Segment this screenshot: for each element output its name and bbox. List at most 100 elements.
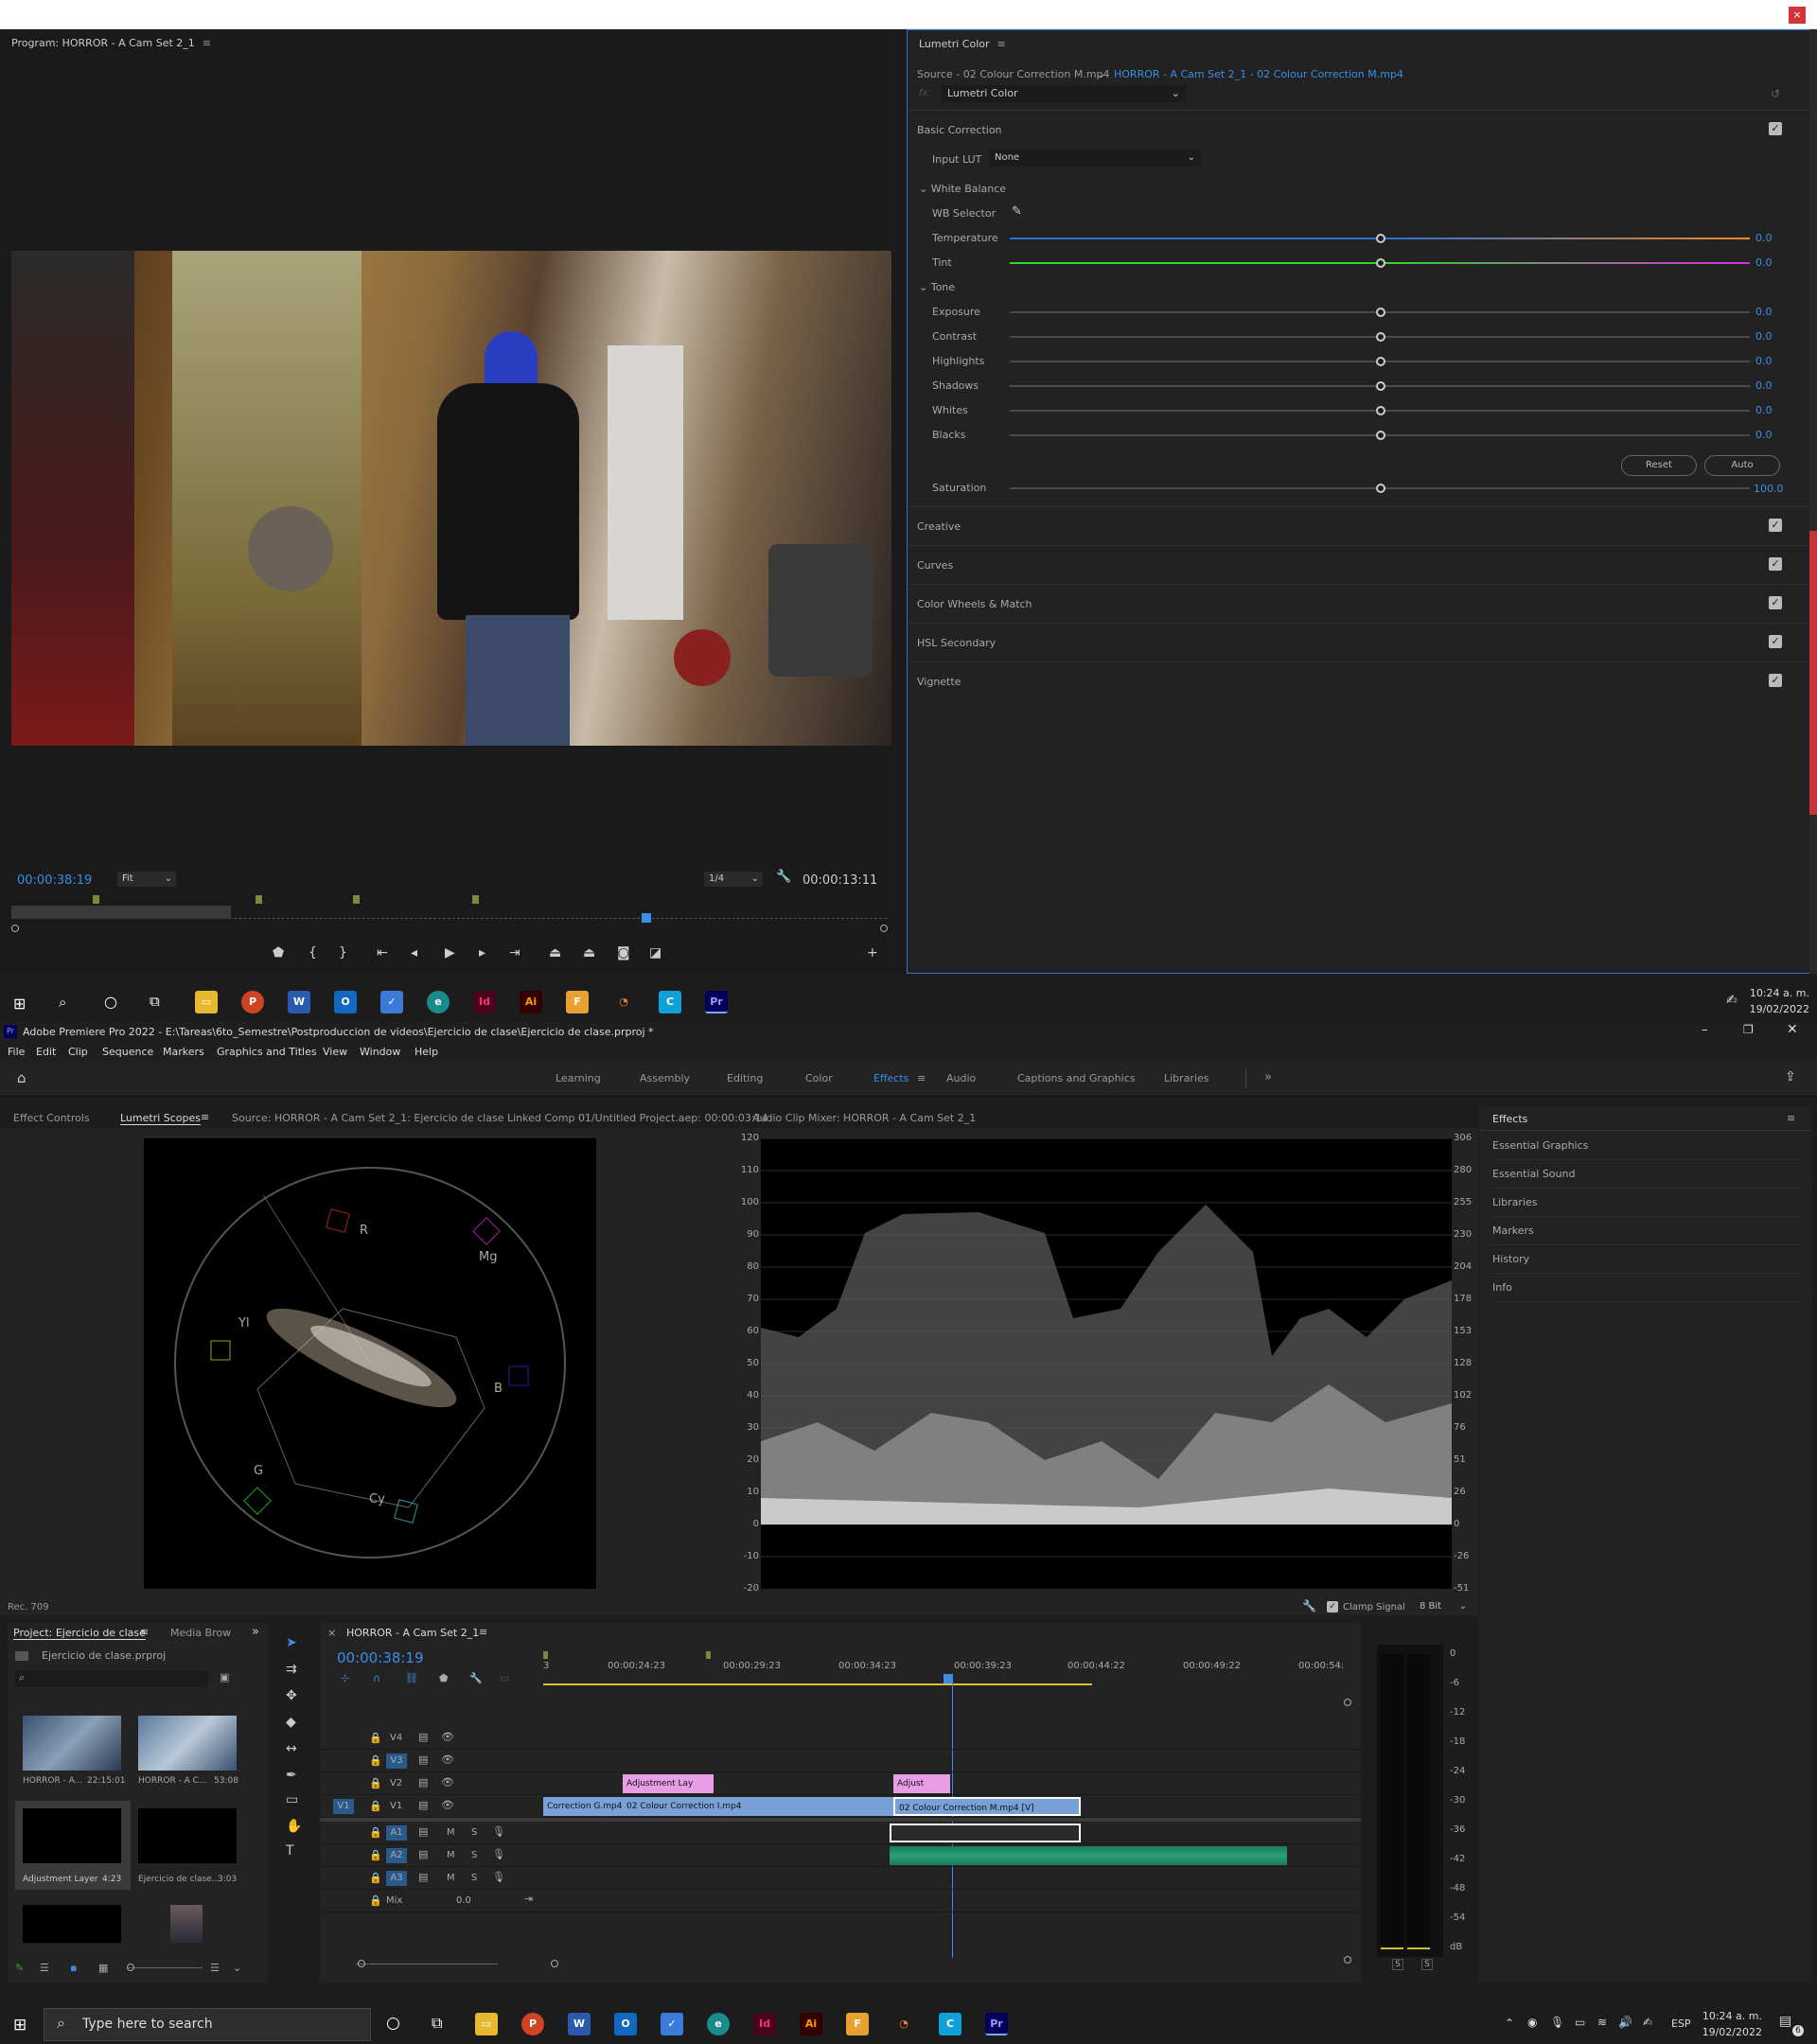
hsl-checkbox[interactable]: ✓ — [1769, 635, 1782, 648]
marker[interactable] — [543, 1651, 548, 1659]
lock-icon[interactable]: 🔒 — [369, 1800, 382, 1812]
shadows-value[interactable]: 0.0 — [1755, 379, 1773, 392]
reset-effect-icon[interactable]: ↺ — [1771, 87, 1780, 100]
source-clip-label[interactable]: Source - 02 Colour Correction M.mp4 — [917, 68, 1110, 80]
clip-thumbnail[interactable] — [23, 1716, 121, 1771]
effects-item[interactable]: Essential Graphics — [1492, 1139, 1805, 1160]
track-label[interactable]: V1 — [390, 1801, 402, 1811]
color-wheels-section[interactable]: Color Wheels & Match ✓ — [908, 584, 1809, 622]
vignette-section[interactable]: Vignette ✓ — [908, 661, 1809, 699]
wrench-icon[interactable]: 🔧 — [776, 870, 791, 884]
word-icon[interactable]: W — [288, 991, 310, 1013]
ws-audio[interactable]: Audio — [946, 1072, 976, 1084]
eye-icon[interactable]: 👁 — [441, 1731, 454, 1743]
task-view-icon[interactable]: ⧉ — [432, 2014, 442, 2033]
tab-audio-mixer[interactable]: Audio Clip Mixer: HORROR - A Cam Set 2_1 — [752, 1112, 976, 1124]
edge-icon[interactable]: e — [427, 991, 450, 1013]
marker[interactable] — [353, 895, 360, 904]
powerpoint-icon[interactable]: P — [241, 991, 264, 1013]
playhead[interactable] — [642, 913, 651, 923]
effects-item[interactable]: Libraries — [1492, 1196, 1805, 1217]
saturation-slider[interactable] — [1010, 484, 1750, 493]
share-icon[interactable]: ⇪ — [1785, 1069, 1796, 1084]
track-label[interactable]: A1 — [386, 1825, 407, 1841]
lock-icon[interactable]: 🔒 — [369, 1872, 382, 1884]
slider-knob[interactable] — [1376, 258, 1385, 268]
captions-icon[interactable]: ▭ — [500, 1672, 509, 1684]
indesign-icon[interactable]: Id — [473, 991, 496, 1013]
compare-icon[interactable]: ◪ — [649, 945, 662, 960]
minimize-icon[interactable]: – — [1702, 1023, 1708, 1037]
go-to-out-icon[interactable]: ⇥ — [509, 945, 520, 960]
premiere-icon[interactable]: Pr — [985, 2013, 1008, 2035]
temperature-value[interactable]: 0.0 — [1755, 232, 1773, 244]
restore-icon[interactable]: ❐ — [1743, 1023, 1754, 1036]
add-marker-icon[interactable]: ⬟ — [439, 1672, 449, 1684]
app-c-icon[interactable]: C — [939, 2013, 961, 2035]
premiere-icon[interactable]: Pr — [705, 991, 728, 1013]
panel-menu-icon[interactable]: ≡ — [1787, 1112, 1795, 1124]
slider-knob[interactable] — [1376, 308, 1385, 317]
input-lut-dropdown[interactable]: None ⌄ — [989, 150, 1201, 167]
track-label[interactable]: A2 — [386, 1848, 407, 1863]
clip-thumbnail[interactable] — [138, 1808, 237, 1863]
blender-icon[interactable]: ◔ — [612, 991, 635, 1013]
illustrator-icon[interactable]: Ai — [520, 991, 542, 1013]
ws-color[interactable]: Color — [805, 1072, 833, 1084]
curves-checkbox[interactable]: ✓ — [1769, 557, 1782, 571]
effects-item[interactable]: History — [1492, 1253, 1805, 1274]
lock-icon[interactable]: 🔒 — [369, 1777, 382, 1789]
battery-icon[interactable]: ▭ — [1575, 2016, 1585, 2029]
basic-correction-header[interactable]: Basic Correction — [917, 124, 1002, 136]
wifi-icon[interactable]: ≋ — [1597, 2016, 1607, 2029]
marker[interactable] — [93, 895, 99, 904]
slider-knob[interactable] — [1376, 381, 1385, 391]
pencil-icon[interactable]: ✎ — [15, 1962, 24, 1974]
highlights-slider[interactable] — [1010, 357, 1750, 366]
outlook-icon[interactable]: O — [614, 2013, 637, 2035]
zoom-knob[interactable] — [127, 1964, 134, 1971]
windows-start-icon[interactable]: ⊞ — [13, 995, 26, 1013]
tone-header[interactable]: ⌄ Tone — [919, 281, 955, 296]
white-balance-header[interactable]: ⌄ White Balance — [919, 183, 1006, 198]
adjustment-clip[interactable]: Adjustment Lay — [623, 1774, 714, 1793]
effects-title[interactable]: Effects — [1492, 1113, 1527, 1125]
microphone-icon[interactable]: 🎙 — [492, 1825, 505, 1838]
windows-start-icon[interactable]: ⊞ — [13, 2016, 26, 2035]
audio-clip-selected[interactable] — [890, 1824, 1081, 1842]
menu-markers[interactable]: Markers — [163, 1046, 204, 1058]
add-button-icon[interactable]: + — [867, 945, 878, 960]
ws-captions[interactable]: Captions and Graphics — [1017, 1072, 1135, 1084]
home-icon[interactable]: ⌂ — [17, 1069, 26, 1086]
sync-lock-icon[interactable]: ▤ — [418, 1825, 428, 1838]
adjustment-clip[interactable]: Adjust — [893, 1774, 950, 1793]
wrench-icon[interactable]: 🔧 — [1302, 1599, 1316, 1612]
panel-menu-icon[interactable]: ≡ — [203, 37, 211, 49]
clip-thumbnail[interactable] — [23, 1905, 121, 1943]
icon-view-icon[interactable]: ▪ — [70, 1962, 77, 1974]
hsl-section[interactable]: HSL Secondary ✓ — [908, 623, 1809, 661]
chevron-down-icon[interactable]: ⌄ — [1097, 68, 1105, 80]
step-forward-icon[interactable]: ▸ — [479, 945, 485, 960]
effects-item[interactable]: Essential Sound — [1492, 1168, 1805, 1189]
resolution-dropdown[interactable]: 1/4 ⌄ — [704, 872, 763, 887]
word-icon[interactable]: W — [568, 2013, 591, 2035]
video-clip[interactable]: 02 Colour Correction I.mp4 — [623, 1797, 893, 1816]
sync-lock-icon[interactable]: ▤ — [418, 1871, 428, 1883]
nest-icon[interactable]: ⊹ — [341, 1672, 349, 1684]
track-label[interactable]: V3 — [386, 1753, 407, 1769]
add-marker-icon[interactable]: ⬟ — [273, 945, 284, 960]
sync-lock-icon[interactable]: ▤ — [418, 1776, 428, 1788]
file-explorer-icon[interactable]: ▭ — [475, 2013, 498, 2035]
whites-slider[interactable] — [1010, 406, 1750, 415]
exposure-slider[interactable] — [1010, 308, 1750, 317]
ws-effects-menu-icon[interactable]: ≡ — [917, 1072, 926, 1084]
scroll-right-handle[interactable] — [551, 1960, 558, 1967]
mute-icon[interactable]: M — [447, 1873, 455, 1883]
notification-icon[interactable]: ▤ — [1779, 2014, 1791, 2029]
app-f-icon[interactable]: F — [566, 991, 589, 1013]
project-search-input[interactable]: ⌕ — [15, 1670, 208, 1687]
panel-menu-icon[interactable]: ≡ — [201, 1111, 209, 1123]
contrast-slider[interactable] — [1010, 332, 1750, 342]
lock-icon[interactable]: 🔒 — [369, 1732, 382, 1744]
